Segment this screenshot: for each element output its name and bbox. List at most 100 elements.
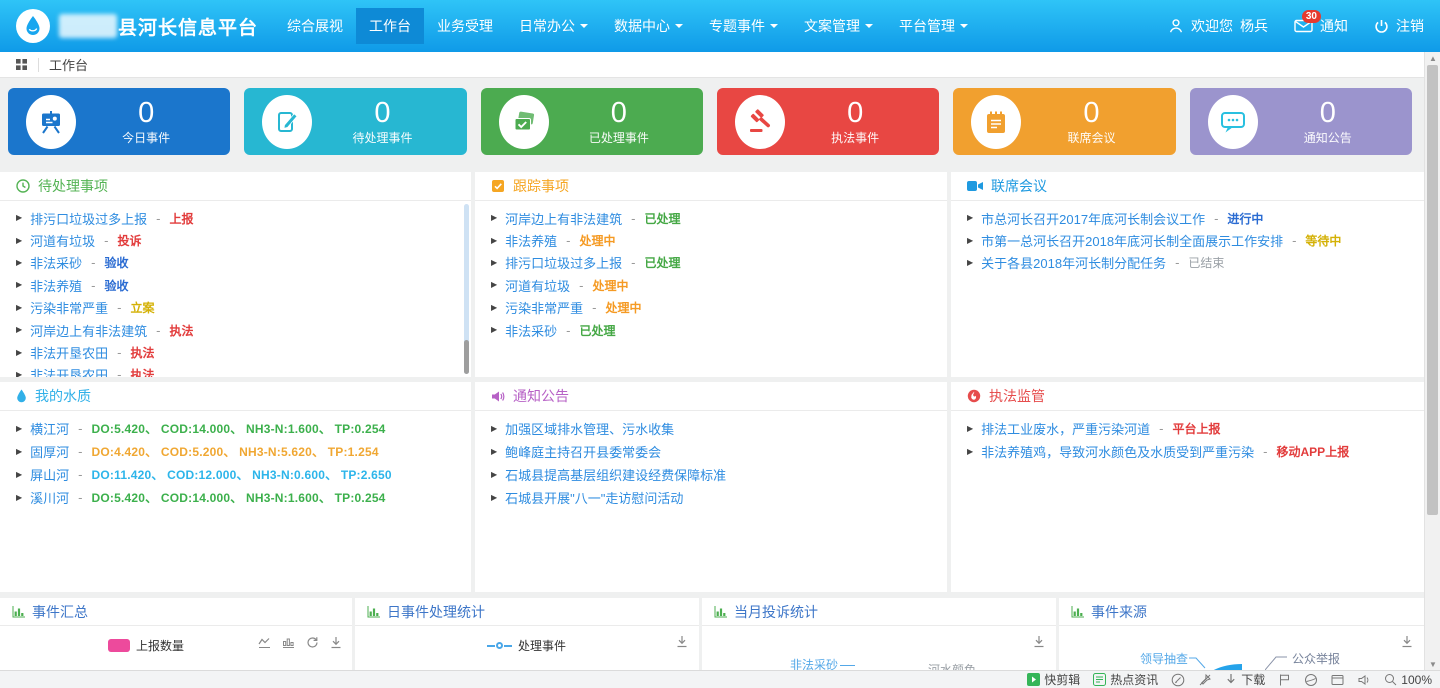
item-link[interactable]: 屏山河 <box>30 465 69 484</box>
scroll-up-arrow[interactable]: ▲ <box>1425 52 1440 64</box>
nav-item-label: 日常办公 <box>519 16 575 36</box>
nav-item-5[interactable]: 数据中心 <box>601 8 696 44</box>
item-link[interactable]: 鲍峰庭主持召开县委常委会 <box>505 442 661 461</box>
item-link[interactable]: 污染非常严重 <box>505 298 583 317</box>
bottombar-news-button[interactable]: 热点资讯 <box>1093 671 1158 688</box>
status-tag: 处理中 <box>580 232 616 249</box>
triangle-bullet-icon: ▶ <box>16 494 22 502</box>
panel-my-water-quality: 我的水质 ▶横江河-DO:5.420、 COD:14.000、 NH3-N:1.… <box>0 382 471 592</box>
nav-item-4[interactable]: 日常办公 <box>506 8 601 44</box>
item-link[interactable]: 河岸边上有非法建筑 <box>505 209 622 228</box>
dash-separator: - <box>104 233 108 248</box>
triangle-bullet-icon: ▶ <box>16 448 22 456</box>
page-scrollbar[interactable]: ▲ ▼ <box>1424 52 1440 670</box>
bottombar-flag-button[interactable] <box>1278 673 1291 686</box>
user-welcome[interactable]: 欢迎您 杨兵 <box>1168 16 1268 36</box>
item-link[interactable]: 加强区域排水管理、污水收集 <box>505 419 674 438</box>
item-link[interactable]: 石城县开展"八一"走访慰问活动 <box>505 488 683 507</box>
status-tag: 已处理 <box>645 254 681 271</box>
item-link[interactable]: 溪川河 <box>30 488 69 507</box>
bottombar-pen-circle-button[interactable] <box>1171 673 1185 687</box>
triangle-bullet-icon: ▶ <box>967 237 973 245</box>
status-tag: 验收 <box>105 254 129 271</box>
bottombar-speaker-button[interactable] <box>1357 674 1371 686</box>
stat-label: 今日事件 <box>76 129 216 146</box>
stat-card-processed-events[interactable]: 0已处理事件 <box>481 88 703 155</box>
item-link[interactable]: 河道有垃圾 <box>30 231 95 250</box>
scroll-down-arrow[interactable]: ▼ <box>1425 658 1440 670</box>
stat-card-notices[interactable]: 0通知公告 <box>1190 88 1412 155</box>
bar-chart-toggle-icon[interactable] <box>282 637 295 649</box>
panel-title: 待处理事项 <box>38 176 108 196</box>
nav-item-1[interactable]: 综合展视 <box>274 8 356 44</box>
line-chart-icon[interactable] <box>258 637 271 649</box>
item-link[interactable]: 市第一总河长召开2018年底河长制全面展示工作安排 <box>981 231 1283 250</box>
bottombar-magnifier-button[interactable]: 100% <box>1384 673 1432 687</box>
bottombar-download-arrow-button[interactable]: 下载 <box>1225 671 1265 688</box>
item-link[interactable]: 排污口垃圾过多上报 <box>30 209 147 228</box>
chart-title: 事件汇总 <box>32 602 88 622</box>
nav-item-7[interactable]: 文案管理 <box>791 8 886 44</box>
item-link[interactable]: 固厚河 <box>30 442 69 461</box>
nav-item-8[interactable]: 平台管理 <box>886 8 981 44</box>
stat-card-enforcement-events[interactable]: 0执法事件 <box>717 88 939 155</box>
panel-scrollbar-thumb[interactable] <box>464 340 469 374</box>
item-link[interactable]: 排法工业废水，严重污染河道 <box>981 419 1150 438</box>
legend-report-count[interactable]: 上报数量 <box>108 637 184 654</box>
triangle-bullet-icon: ▶ <box>16 326 22 334</box>
bar-chart-icon <box>367 606 380 618</box>
stat-value: 0 <box>549 98 689 128</box>
pin-off-icon <box>1198 673 1212 687</box>
bottombar-play-button[interactable]: 快剪辑 <box>1027 671 1080 688</box>
legend-label: 上报数量 <box>136 637 184 654</box>
panel-joint-meeting: 联席会议 ▶市总河长召开2017年底河长制会议工作-进行中▶市第一总河长召开20… <box>951 172 1424 377</box>
item-link[interactable]: 非法采砂 <box>505 321 557 340</box>
speaker-icon <box>1357 674 1371 686</box>
item-link[interactable]: 河岸边上有非法建筑 <box>30 321 147 340</box>
water-quality-list: ▶横江河-DO:5.420、 COD:14.000、 NH3-N:1.600、 … <box>0 417 471 509</box>
item-link[interactable]: 非法开垦农田 <box>30 365 108 377</box>
download-icon[interactable] <box>1033 635 1045 648</box>
refresh-icon[interactable] <box>306 636 319 649</box>
stat-card-today-events[interactable]: 0今日事件 <box>8 88 230 155</box>
scrollbar-thumb[interactable] <box>1427 65 1438 515</box>
notice-button[interactable]: 30 通知 <box>1294 16 1348 36</box>
download-icon[interactable] <box>1401 635 1413 648</box>
bottombar-window-button[interactable] <box>1331 674 1344 686</box>
bottombar-pin-off-button[interactable] <box>1198 673 1212 687</box>
triangle-bullet-icon: ▶ <box>967 259 973 267</box>
pending-matters-list: ▶排污口垃圾过多上报-上报▶河道有垃圾-投诉▶非法采砂-验收▶非法养殖-验收▶污… <box>0 207 471 377</box>
item-link[interactable]: 石城县提高基层组织建设经费保障标准 <box>505 465 726 484</box>
panel-scrollbar[interactable] <box>464 204 469 374</box>
nav-item-6[interactable]: 专题事件 <box>696 8 791 44</box>
item-link[interactable]: 污染非常严重 <box>30 298 108 317</box>
item-link[interactable]: 市总河长召开2017年底河长制会议工作 <box>981 209 1205 228</box>
stat-card-joint-meeting[interactable]: 0联席会议 <box>953 88 1175 155</box>
nav-item-2[interactable]: 工作台 <box>356 8 424 44</box>
label-leader-line <box>1265 654 1289 670</box>
legend-processed-events[interactable]: 处理事件 <box>487 637 566 654</box>
download-icon[interactable] <box>676 635 688 648</box>
item-link[interactable]: 河道有垃圾 <box>505 276 570 295</box>
item-link[interactable]: 横江河 <box>30 419 69 438</box>
list-item: ▶市总河长召开2017年底河长制会议工作-进行中 <box>967 207 1408 229</box>
item-link[interactable]: 非法养殖 <box>30 276 82 295</box>
pie-label-leader-check: 领导抽查 <box>1140 650 1188 667</box>
nav-item-label: 工作台 <box>369 16 411 36</box>
logout-button[interactable]: 注销 <box>1374 16 1424 36</box>
item-link[interactable]: 非法养殖 <box>505 231 557 250</box>
item-link[interactable]: 非法养殖鸡，导致河水颜色及水质受到严重污染 <box>981 442 1254 461</box>
chevron-down-icon <box>960 24 968 32</box>
bottombar-ie-button[interactable] <box>1304 673 1318 687</box>
nav-item-3[interactable]: 业务受理 <box>424 8 506 44</box>
item-link[interactable]: 非法采砂 <box>30 253 82 272</box>
item-link[interactable]: 关于各县2018年河长制分配任务 <box>981 253 1166 272</box>
news-icon <box>1093 673 1106 686</box>
item-link[interactable]: 非法开垦农田 <box>30 343 108 362</box>
status-tag: 立案 <box>131 299 155 316</box>
list-item: ▶加强区域排水管理、污水收集 <box>491 417 931 440</box>
download-icon[interactable] <box>330 636 342 649</box>
item-link[interactable]: 排污口垃圾过多上报 <box>505 253 622 272</box>
grid-icon[interactable] <box>15 58 28 71</box>
stat-card-pending-events[interactable]: 0待处理事件 <box>244 88 466 155</box>
